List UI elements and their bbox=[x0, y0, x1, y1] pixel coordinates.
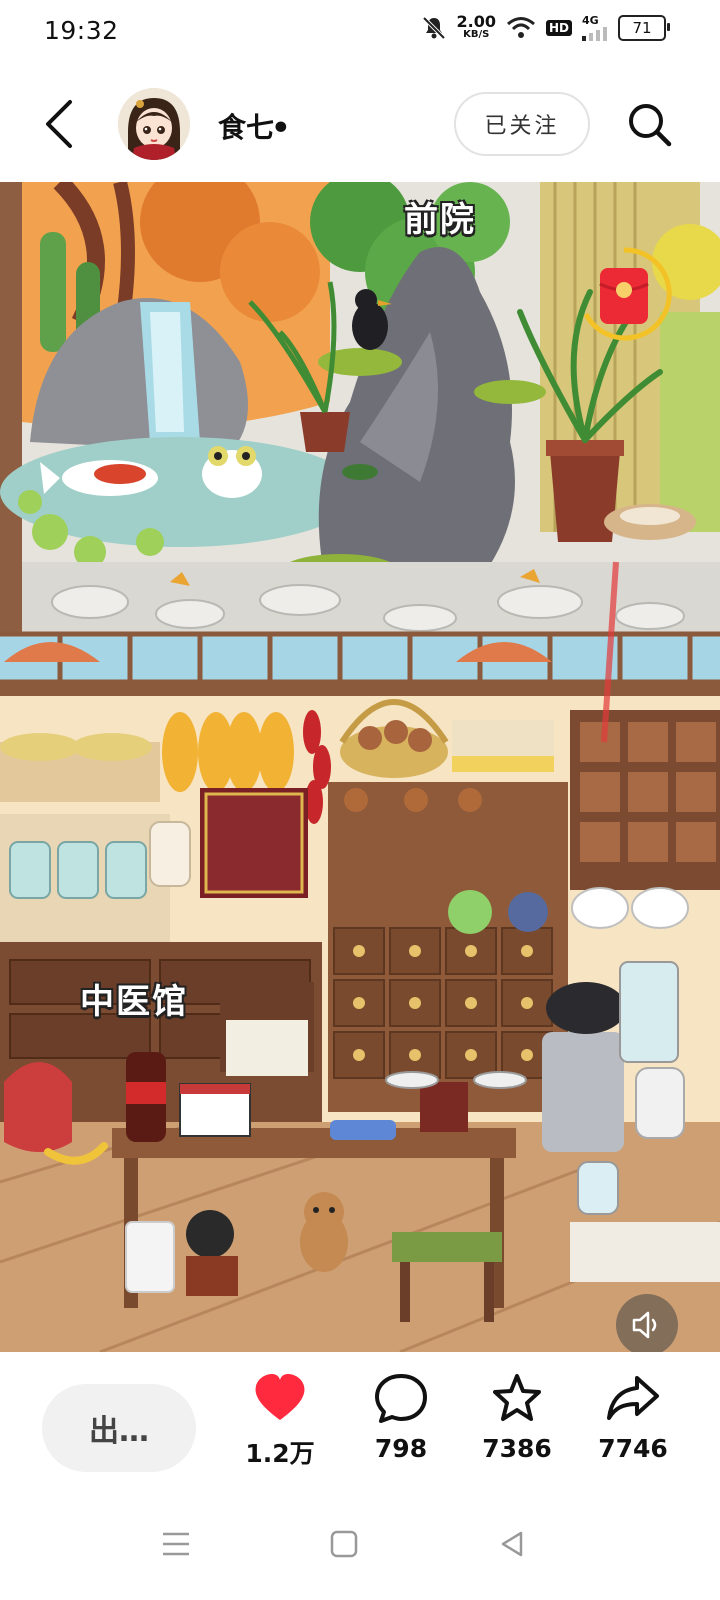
volume-button[interactable] bbox=[616, 1294, 678, 1352]
wifi-icon bbox=[507, 16, 535, 38]
share-count: 7746 bbox=[598, 1434, 668, 1463]
comment-button[interactable]: 798 bbox=[356, 1372, 446, 1463]
follow-button[interactable]: 已关注 bbox=[454, 92, 590, 156]
red-packet-icon[interactable] bbox=[574, 244, 674, 344]
net-speed-value: 2.00 bbox=[456, 11, 496, 31]
status-time: 19:32 bbox=[44, 16, 119, 45]
like-count: 1.2万 bbox=[245, 1439, 315, 1468]
scene-label-medicine-hall: 中医馆 bbox=[80, 982, 188, 1022]
home-nav-button[interactable] bbox=[322, 1522, 366, 1566]
post-header: 食七ꔷ 已关注 bbox=[0, 64, 720, 182]
comment-input[interactable]: 出… bbox=[42, 1384, 196, 1472]
favorite-count: 7386 bbox=[482, 1434, 552, 1463]
share-arrow-icon bbox=[607, 1376, 659, 1420]
mute-icon bbox=[422, 16, 445, 39]
status-icons: 2.00 KB/S HD 4G 71 bbox=[421, 11, 670, 41]
system-nav-bar bbox=[0, 1492, 720, 1600]
menu-nav-button[interactable] bbox=[154, 1522, 198, 1566]
favorite-button[interactable]: 7386 bbox=[472, 1372, 562, 1463]
comment-bubble-icon bbox=[375, 1374, 427, 1423]
share-button[interactable]: 7746 bbox=[588, 1372, 678, 1463]
post-image[interactable]: 前院 中医馆 bbox=[0, 182, 720, 1352]
back-nav-button[interactable] bbox=[490, 1522, 534, 1566]
search-icon[interactable] bbox=[625, 100, 673, 148]
home-square-icon bbox=[330, 1530, 358, 1558]
heart-icon bbox=[255, 1374, 305, 1420]
action-bar: 出… 1.2万 798 7386 7746 bbox=[0, 1352, 720, 1492]
net-speed: 2.00 KB/S bbox=[456, 11, 496, 41]
username[interactable]: 食七ꔷ bbox=[218, 106, 288, 146]
battery-level: 71 bbox=[632, 18, 652, 37]
status-bar: 19:32 2.00 KB/S HD 4G 71 bbox=[0, 0, 720, 64]
speaker-icon bbox=[632, 1311, 657, 1339]
avatar[interactable] bbox=[118, 88, 190, 160]
hd-badge: HD bbox=[545, 19, 572, 36]
net-speed-unit: KB/S bbox=[463, 28, 490, 40]
game-scene-illustration bbox=[0, 182, 720, 1352]
battery-icon: 71 bbox=[618, 14, 670, 41]
comment-count: 798 bbox=[374, 1434, 428, 1463]
menu-icon bbox=[163, 1532, 189, 1556]
signal-icon: 4G bbox=[582, 14, 608, 41]
star-icon bbox=[493, 1374, 541, 1421]
signal-label: 4G bbox=[582, 14, 599, 27]
like-button[interactable]: 1.2万 bbox=[235, 1372, 325, 1470]
scene-label-front-yard: 前院 bbox=[404, 200, 476, 240]
back-icon[interactable] bbox=[40, 96, 80, 152]
back-triangle-icon bbox=[501, 1531, 523, 1557]
